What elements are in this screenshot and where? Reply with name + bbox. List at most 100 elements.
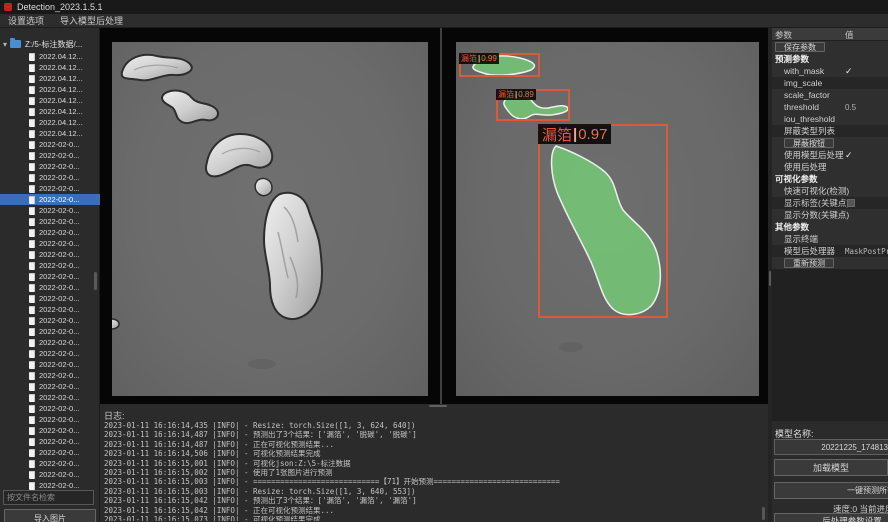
param-row[interactable]: scale_factor	[772, 89, 888, 101]
tree-file-item[interactable]: 2022-02-0...	[0, 249, 100, 260]
predict-all-button[interactable]: 一键预测所有	[774, 482, 888, 499]
param-section-row[interactable]: 其他参数	[772, 221, 888, 233]
param-row[interactable]: 屏蔽类型列表	[772, 125, 888, 137]
param-row[interactable]: 使用模型后处理✓	[772, 149, 888, 161]
tree-file-item[interactable]: 2022-02-0...	[0, 381, 100, 392]
param-name: 快速可视化(检测)	[784, 185, 849, 197]
titlebar: Detection_2023.1.5.1	[0, 0, 888, 14]
tree-file-item[interactable]: 2022.04.12...	[0, 73, 100, 84]
param-row[interactable]: 重新预测	[772, 257, 888, 269]
tree-file-item[interactable]: 2022-02-0...	[0, 227, 100, 238]
tree-root-item[interactable]: ▾ Z:/5-标注数据/...	[0, 38, 100, 50]
tree-file-label: 2022.04.12...	[39, 96, 83, 105]
prediction-image-panel[interactable]: 漏箔|0.99漏箔|0.89漏箔|0.97	[456, 42, 759, 396]
tree-file-item[interactable]: 2022-02-0...	[0, 139, 100, 150]
param-row[interactable]: 使用后处理	[772, 161, 888, 173]
param-row[interactable]: 模型后处理器MaskPostPro	[772, 245, 888, 257]
file-icon	[29, 229, 35, 237]
checkbox-checked-icon[interactable]: ✓	[845, 150, 853, 161]
tree-file-item[interactable]: 2022-02-0...	[0, 194, 100, 205]
tree-file-item[interactable]: 2022-02-0...	[0, 282, 100, 293]
tree-file-item[interactable]: 2022-02-0...	[0, 238, 100, 249]
tree-file-item[interactable]: 2022-02-0...	[0, 436, 100, 447]
filename-search-input[interactable]	[3, 490, 94, 505]
tree-file-item[interactable]: 2022-02-0...	[0, 293, 100, 304]
log-line: 2023-01-11 16:16:14,487 |INFO| - 正在可视化预测…	[104, 440, 754, 449]
param-row[interactable]: 屏蔽按钮	[772, 137, 888, 149]
tree-file-item[interactable]: 2022-02-0...	[0, 183, 100, 194]
tree-file-item[interactable]: 2022-02-0...	[0, 304, 100, 315]
tree-file-item[interactable]: 2022-02-0...	[0, 403, 100, 414]
tree-file-item[interactable]: 2022-02-0...	[0, 414, 100, 425]
param-section-row[interactable]: 预测参数	[772, 53, 888, 65]
tree-file-item[interactable]: 2022-02-0...	[0, 348, 100, 359]
tree-file-item[interactable]: 2022.04.12...	[0, 117, 100, 128]
tree-file-item[interactable]: 2022-02-0...	[0, 161, 100, 172]
log-scrollbar-thumb[interactable]	[762, 507, 765, 520]
original-image-panel[interactable]	[112, 42, 428, 396]
tree-file-item[interactable]: 2022-02-0...	[0, 260, 100, 271]
defect-blob-main	[264, 193, 322, 319]
tree-file-item[interactable]: 2022-02-0...	[0, 205, 100, 216]
param-row[interactable]: iou_threshold	[772, 113, 888, 125]
chevron-down-icon[interactable]: ▾	[0, 40, 10, 49]
menu-import-model-postprocess[interactable]: 导入模型后处理	[52, 14, 131, 28]
tree-file-item[interactable]: 2022.04.12...	[0, 95, 100, 106]
detection-class-name: 漏箔	[542, 124, 572, 145]
param-action-button[interactable]: 屏蔽按钮	[784, 138, 834, 148]
tree-file-item[interactable]: 2022-02-0...	[0, 271, 100, 282]
tree-file-item[interactable]: 2022-02-0...	[0, 315, 100, 326]
tree-file-item[interactable]: 2022-02-0...	[0, 150, 100, 161]
detection-label: 漏箔|0.97	[538, 124, 611, 144]
param-row[interactable]: 保存参数	[772, 41, 888, 53]
tree-file-item[interactable]: 2022.04.12...	[0, 51, 100, 62]
param-row[interactable]: 显示终端	[772, 233, 888, 245]
log-lines[interactable]: 2023-01-11 16:16:14,435 |INFO| - Resize:…	[104, 421, 754, 521]
param-row[interactable]: 显示标签(关键点)	[772, 197, 888, 209]
postprocess-settings-button[interactable]: 后处理参数设置	[774, 513, 888, 522]
param-row[interactable]: threshold0.5	[772, 101, 888, 113]
model-name-field[interactable]: 20221225_174813	[774, 439, 888, 455]
file-icon	[29, 75, 35, 83]
checkbox-checked-icon[interactable]: ✓	[845, 66, 853, 77]
tree-scrollbar-thumb[interactable]	[94, 272, 97, 290]
tree-file-item[interactable]: 2022.04.12...	[0, 62, 100, 73]
file-icon	[29, 350, 35, 358]
file-icon	[29, 185, 35, 193]
detection-label: 漏箔|0.89	[496, 89, 536, 100]
param-row[interactable]: 快速可视化(检测)	[772, 185, 888, 197]
tree-file-item[interactable]: 2022.04.12...	[0, 128, 100, 139]
tree-file-item[interactable]: 2022-02-0...	[0, 337, 100, 348]
param-row[interactable]: img_scale	[772, 77, 888, 89]
tree-file-item[interactable]: 2022-02-0...	[0, 425, 100, 436]
import-images-button[interactable]: 导入图片	[4, 509, 96, 522]
checkbox-unchecked[interactable]	[847, 199, 855, 207]
param-action-button[interactable]: 保存参数	[775, 42, 825, 52]
menu-settings[interactable]: 设置选项	[0, 14, 52, 28]
load-model-button[interactable]: 加载模型	[774, 459, 888, 476]
tree-file-item[interactable]: 2022-02-0...	[0, 458, 100, 469]
tree-scrollbar[interactable]	[93, 30, 98, 488]
params-scrollbar-thumb[interactable]	[769, 271, 771, 286]
file-icon	[29, 163, 35, 171]
detection-score: 0.99	[481, 54, 497, 63]
tree-file-item[interactable]: 2022-02-0...	[0, 392, 100, 403]
tree-file-item[interactable]: 2022-02-0...	[0, 370, 100, 381]
log-scrollbar[interactable]	[761, 420, 766, 520]
detections-overlay: 漏箔|0.99漏箔|0.89漏箔|0.97	[456, 42, 759, 396]
tree-file-item[interactable]: 2022.04.12...	[0, 106, 100, 117]
tree-file-item[interactable]: 2022-02-0...	[0, 216, 100, 227]
tree-file-item[interactable]: 2022-02-0...	[0, 326, 100, 337]
viewer-splitter[interactable]	[440, 28, 442, 404]
param-row[interactable]: 显示分数(关键点)	[772, 209, 888, 221]
tree-file-item[interactable]: 2022-02-0...	[0, 469, 100, 480]
log-line: 2023-01-11 16:16:14,435 |INFO| - Resize:…	[104, 421, 754, 430]
log-line: 2023-01-11 16:16:15,042 |INFO| - 预测出了3个结…	[104, 496, 754, 505]
tree-file-item[interactable]: 2022-02-0...	[0, 447, 100, 458]
param-section-row[interactable]: 可视化参数	[772, 173, 888, 185]
tree-file-item[interactable]: 2022.04.12...	[0, 84, 100, 95]
tree-file-item[interactable]: 2022-02-0...	[0, 359, 100, 370]
param-row[interactable]: with_mask✓	[772, 65, 888, 77]
tree-file-item[interactable]: 2022-02-0...	[0, 172, 100, 183]
param-action-button[interactable]: 重新预测	[784, 258, 834, 268]
